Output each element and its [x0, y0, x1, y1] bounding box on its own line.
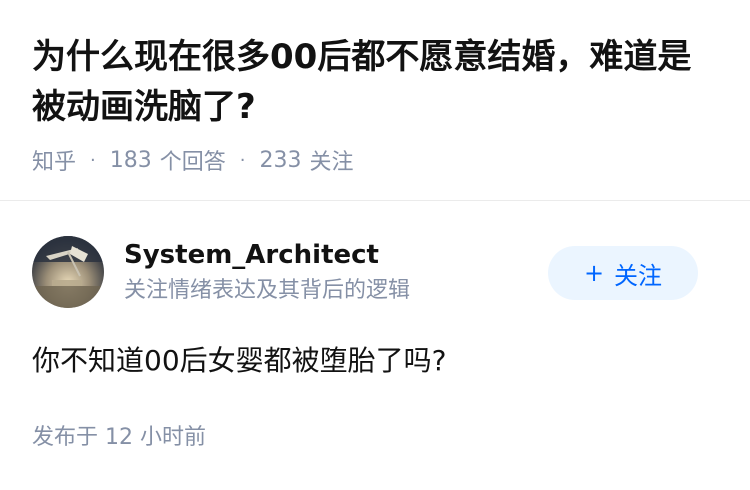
question-header: 为什么现在很多00后都不愿意结婚，难道是被动画洗脑了? 知乎 · 183 个回答… [0, 0, 750, 201]
plus-icon: + [583, 259, 605, 287]
question-meta: 知乎 · 183 个回答 · 233 关注 [32, 142, 354, 178]
answer-content[interactable]: 你不知道00后女婴都被堕胎了吗? [32, 340, 722, 382]
follow-button[interactable]: + 关注 [548, 246, 698, 300]
follow-count-label: 关注 [309, 150, 354, 175]
author-row: System_Architect 关注情绪表达及其背后的逻辑 + 关注 [32, 236, 718, 308]
source-label[interactable]: 知乎 [32, 144, 76, 176]
avatar-image [32, 236, 104, 308]
publish-time: 发布于 12 小时前 [32, 425, 206, 450]
author-bio: 关注情绪表达及其背后的逻辑 [124, 278, 411, 303]
follow-count: 233 [259, 147, 302, 173]
meta-separator: · [239, 149, 246, 171]
answer-count-label[interactable]: 个回答 [160, 144, 226, 176]
answer-count: 183 [109, 147, 152, 173]
avatar[interactable] [32, 236, 104, 308]
question-title[interactable]: 为什么现在很多00后都不愿意结婚，难道是被动画洗脑了? [32, 32, 722, 132]
author-name[interactable]: System_Architect [124, 238, 379, 272]
follow-button-label: 关注 [614, 261, 663, 290]
meta-separator: · [90, 149, 96, 171]
